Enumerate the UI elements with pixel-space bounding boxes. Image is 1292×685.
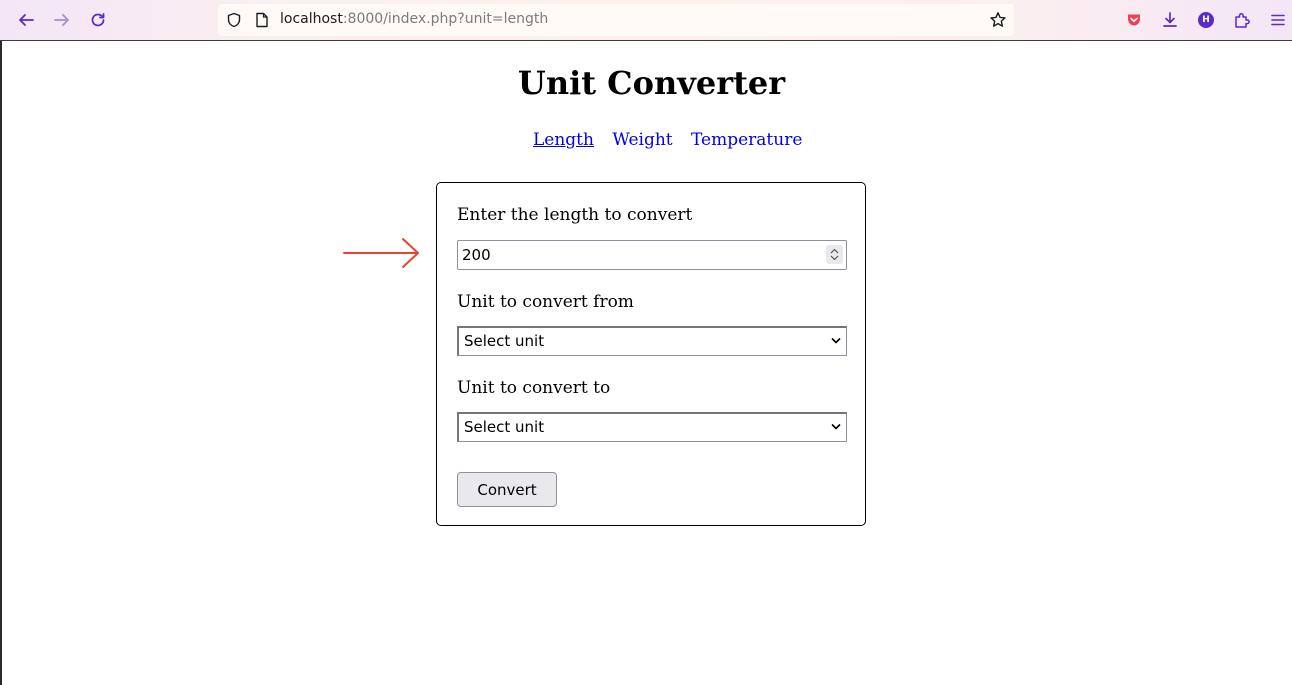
window-edge xyxy=(0,41,2,685)
bookmark-star-icon[interactable] xyxy=(989,11,1007,29)
pocket-icon xyxy=(1128,14,1140,26)
nav-link-length[interactable]: Length xyxy=(533,130,594,150)
app-menu-button[interactable] xyxy=(1266,8,1290,32)
extensions-icon xyxy=(1235,12,1250,28)
spinner-icon[interactable] xyxy=(826,245,843,264)
url-host: localhost xyxy=(280,11,343,27)
url-text[interactable]: localhost:8000/index.php?unit=length xyxy=(280,11,548,27)
extensions-button[interactable] xyxy=(1230,8,1254,32)
to-unit-select[interactable]: Select unit xyxy=(457,412,847,442)
downloads-button[interactable] xyxy=(1158,8,1182,32)
pocket-button[interactable] xyxy=(1122,8,1146,32)
forward-arrow-icon xyxy=(54,14,69,26)
page-title: Unit Converter xyxy=(517,64,786,102)
back-arrow-icon xyxy=(19,14,34,26)
reload-button[interactable] xyxy=(86,8,110,32)
profile-icon: H xyxy=(1198,12,1214,28)
length-input[interactable]: 200 xyxy=(457,240,847,270)
length-input-value: 200 xyxy=(462,246,491,264)
browser-toolbar: localhost:8000/index.php?unit=length H xyxy=(0,0,1292,41)
from-unit-label: Unit to convert from xyxy=(457,292,634,312)
converter-form: Enter the length to convert 200 Unit to … xyxy=(436,182,866,526)
to-unit-label: Unit to convert to xyxy=(457,378,611,398)
nav-link-temperature[interactable]: Temperature xyxy=(691,130,802,150)
nav-link-weight[interactable]: Weight xyxy=(612,130,672,150)
annotation-arrow-icon xyxy=(343,238,419,268)
chevron-up-icon xyxy=(830,248,839,254)
menu-icon xyxy=(1271,14,1285,26)
download-icon xyxy=(1163,12,1177,27)
profile-button[interactable]: H xyxy=(1194,8,1218,32)
length-label: Enter the length to convert xyxy=(457,205,693,225)
from-unit-value: Select unit xyxy=(464,332,545,350)
address-bar[interactable]: localhost:8000/index.php?unit=length xyxy=(218,4,1014,36)
url-path: :8000/index.php?unit=length xyxy=(342,11,549,27)
convert-button[interactable]: Convert xyxy=(457,472,557,507)
reload-icon xyxy=(91,13,105,27)
unit-nav: Length Weight Temperature xyxy=(533,130,815,150)
chevron-down-icon xyxy=(831,423,841,430)
from-unit-select[interactable]: Select unit xyxy=(457,326,847,356)
to-unit-value: Select unit xyxy=(464,418,545,436)
shield-icon[interactable] xyxy=(226,12,242,28)
back-button[interactable] xyxy=(14,8,38,32)
chevron-down-icon xyxy=(831,337,841,344)
page-icon[interactable] xyxy=(255,12,269,28)
chevron-down-icon xyxy=(830,255,839,261)
forward-button[interactable] xyxy=(50,8,74,32)
